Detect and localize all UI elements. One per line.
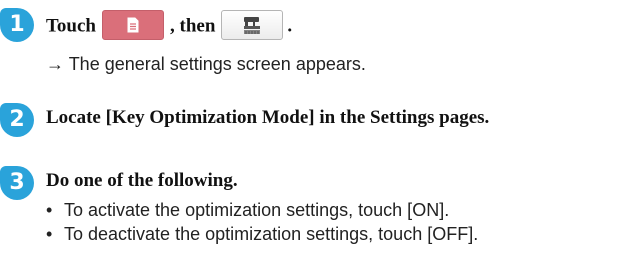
step-heading: Locate [Key Optimization Mode] in the Se… (46, 107, 490, 128)
page-document-icon (127, 17, 139, 33)
step-heading: Do one of the following. (46, 170, 238, 191)
bullet-marker: • (46, 200, 53, 220)
heading-text-then: , then (170, 15, 216, 37)
list-item: • To deactivate the optimization setting… (46, 222, 478, 246)
step-number-badge: 2 (0, 103, 34, 137)
result-text: The general settings screen appears. (68, 54, 366, 74)
sewing-machine-settings-icon (244, 17, 261, 34)
step-options: • To activate the optimization settings,… (46, 198, 478, 246)
list-item-text: To deactivate the optimization settings,… (64, 224, 479, 244)
step-result: → The general settings screen appears. (46, 54, 366, 75)
list-item: • To activate the optimization settings,… (46, 198, 478, 222)
bullet-list: • To activate the optimization settings,… (46, 198, 478, 246)
settings-button[interactable] (221, 10, 284, 40)
heading-text-period: . (287, 15, 293, 37)
step-heading: Touch , then . (46, 10, 293, 42)
step-number-badge: 1 (0, 8, 34, 42)
page-button[interactable] (102, 10, 164, 40)
bullet-marker: • (46, 224, 53, 244)
heading-text-touch: Touch (46, 15, 96, 37)
list-item-text: To activate the optimization settings, t… (64, 200, 450, 220)
result-arrow: → (46, 54, 64, 74)
step-number-badge: 3 (0, 166, 34, 200)
